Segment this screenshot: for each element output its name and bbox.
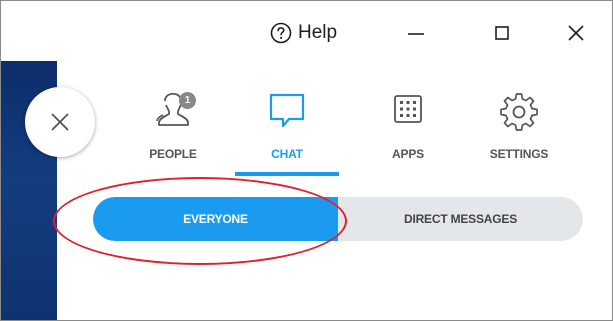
direct-messages-option[interactable]: DIRECT MESSAGES (338, 197, 583, 241)
tab-people[interactable]: 1 PEOPLE (121, 89, 225, 175)
close-panel-button[interactable] (25, 87, 95, 157)
tab-settings[interactable]: SETTINGS (467, 89, 571, 175)
chat-filter-toggle: EVERYONE DIRECT MESSAGES (93, 197, 583, 241)
close-icon (51, 113, 69, 131)
people-count-badge: 1 (179, 92, 196, 109)
close-icon (568, 25, 584, 41)
tab-chat-label: CHAT (271, 147, 303, 161)
chat-icon (265, 89, 309, 133)
tab-chat[interactable]: CHAT (235, 89, 339, 175)
tab-settings-label: SETTINGS (489, 147, 549, 161)
title-bar: Help (1, 1, 612, 63)
tab-apps[interactable]: APPS (356, 89, 460, 175)
active-tab-indicator (235, 172, 339, 176)
apps-grid-icon (386, 89, 430, 133)
maximize-icon (495, 26, 509, 40)
help-label: Help (298, 22, 338, 43)
maximize-button[interactable] (479, 15, 525, 51)
help-button[interactable]: Help (270, 19, 337, 47)
tab-people-label: PEOPLE (149, 147, 197, 161)
question-circle-icon (270, 22, 292, 44)
panel-nav: 1 PEOPLE CHAT APPS SETTINGS (113, 89, 583, 179)
minimize-button[interactable] (393, 15, 439, 51)
tab-apps-label: APPS (392, 147, 424, 161)
window-close-button[interactable] (553, 15, 599, 51)
everyone-option[interactable]: EVERYONE (93, 197, 338, 241)
gear-icon (497, 89, 541, 133)
app-window: Help 1 PEOPLE CHAT APPS SETTINGS EVERYON… (0, 0, 613, 321)
minimize-icon (408, 33, 424, 35)
